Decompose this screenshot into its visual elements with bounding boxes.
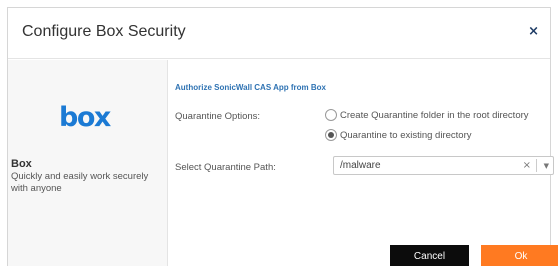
dialog-header: Configure Box Security × <box>8 8 550 59</box>
dialog-title: Configure Box Security <box>22 23 186 40</box>
clear-icon[interactable]: × <box>523 160 531 172</box>
box-logo: box <box>59 102 112 131</box>
close-icon[interactable]: × <box>528 25 539 39</box>
radio-option-create-folder[interactable]: Create Quarantine folder in the root dir… <box>325 109 529 121</box>
select-value: /malware <box>340 160 381 171</box>
box-logo-text: box <box>59 102 111 131</box>
app-description: Quickly and easily work securely with an… <box>11 171 149 194</box>
settings-panel: Authorize SonicWall CAS App from Box Qua… <box>168 60 558 266</box>
app-sidebar: box Box Quickly and easily work securely… <box>8 60 167 266</box>
radio-button-selected[interactable] <box>325 129 337 141</box>
configure-box-security-dialog: Configure Box Security × box Box Quickly… <box>7 7 558 266</box>
radio-label: Create Quarantine folder in the root dir… <box>340 109 529 121</box>
quarantine-path-select[interactable]: /malware × ▼ <box>333 156 554 175</box>
quarantine-path-label: Select Quarantine Path: <box>175 162 276 173</box>
ok-button[interactable]: Ok <box>481 245 558 266</box>
radio-button[interactable] <box>325 109 337 121</box>
cancel-button[interactable]: Cancel <box>390 245 469 266</box>
chevron-down-icon[interactable]: ▼ <box>544 160 549 172</box>
radio-option-existing-directory[interactable]: Quarantine to existing directory <box>325 129 471 141</box>
radio-label: Quarantine to existing directory <box>340 129 472 141</box>
app-name: Box <box>11 158 32 170</box>
select-separator <box>536 159 537 172</box>
authorize-link[interactable]: Authorize SonicWall CAS App from Box <box>175 83 326 92</box>
quarantine-options-label: Quarantine Options: <box>175 111 261 122</box>
